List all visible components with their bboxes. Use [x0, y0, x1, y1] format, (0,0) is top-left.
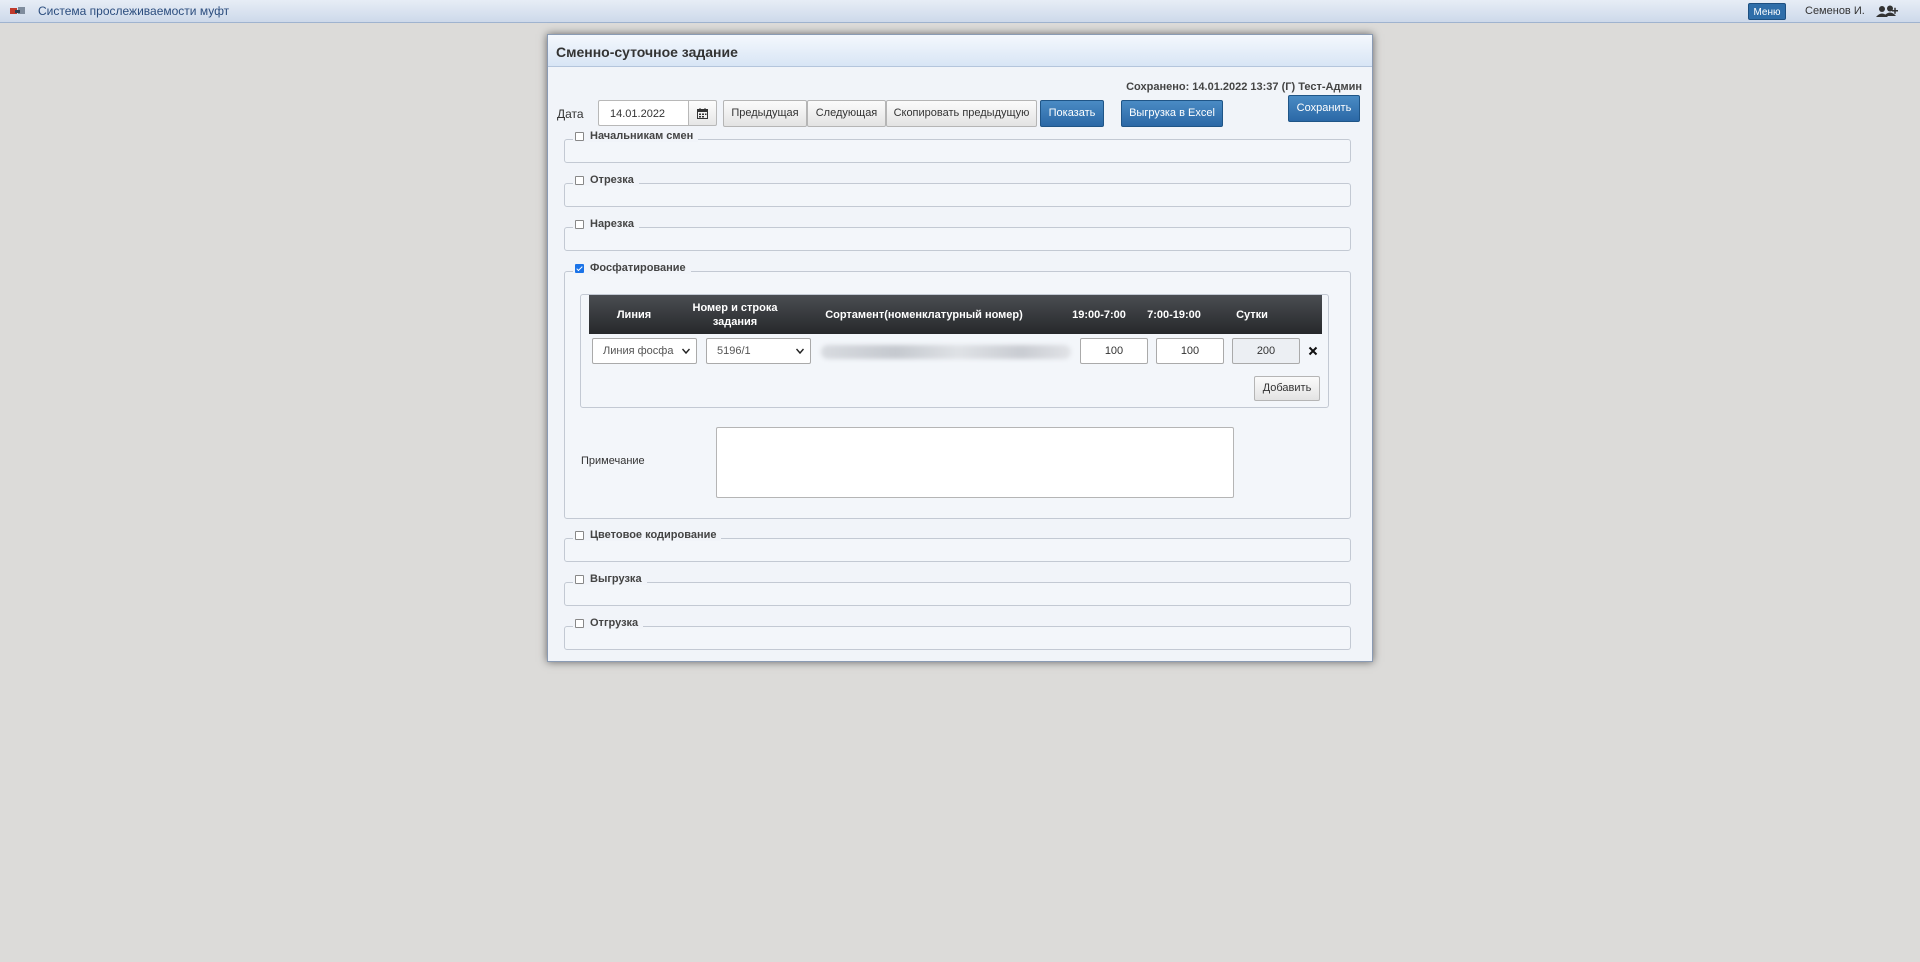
section-phosphating: Фосфатирование Линия Номер и строка зада… — [564, 262, 1351, 519]
section-checkbox[interactable] — [575, 219, 584, 229]
task-select-value: 5196/1 — [717, 345, 751, 357]
section-label: Выгрузка — [590, 573, 642, 585]
total-value: 200 — [1232, 338, 1300, 364]
user-name[interactable]: Семенов И. — [1805, 5, 1865, 17]
section-checkbox-checked[interactable] — [575, 263, 584, 273]
section-checkbox[interactable] — [575, 618, 584, 628]
show-button[interactable]: Показать — [1040, 100, 1104, 127]
line-select-value: Линия фосфа — [603, 345, 674, 357]
copy-previous-button[interactable]: Скопировать предыдущую — [886, 100, 1037, 127]
section-threading: Нарезка — [564, 218, 1351, 251]
column-header-total: Сутки — [1236, 308, 1268, 321]
previous-button[interactable]: Предыдущая — [723, 100, 807, 127]
section-legend[interactable]: Выгрузка — [573, 573, 647, 585]
next-button[interactable]: Следующая — [807, 100, 886, 127]
section-checkbox[interactable] — [575, 175, 584, 185]
task-select[interactable]: 5196/1 — [706, 338, 811, 364]
section-unloading: Выгрузка — [564, 573, 1351, 606]
assortment-value-redacted — [821, 345, 1071, 359]
section-legend[interactable]: Начальникам смен — [573, 130, 699, 142]
daily-task-dialog: Сменно-суточное задание Сохранено: 14.01… — [547, 34, 1373, 662]
section-checkbox[interactable] — [575, 131, 584, 141]
section-legend[interactable]: Отрезка — [573, 174, 639, 186]
add-row-button[interactable]: Добавить — [1254, 376, 1320, 401]
section-label: Начальникам смен — [590, 130, 694, 142]
column-header-night-shift: 19:00-7:00 — [1072, 308, 1126, 321]
close-icon[interactable] — [1308, 346, 1318, 356]
night-shift-input[interactable]: 100 — [1080, 338, 1148, 364]
section-label: Отрезка — [590, 174, 634, 186]
saved-info: Сохранено: 14.01.2022 13:37 (Г) Тест-Адм… — [1126, 81, 1362, 93]
date-input[interactable] — [608, 102, 692, 126]
section-checkbox[interactable] — [575, 574, 584, 584]
menu-button[interactable]: Меню — [1748, 3, 1786, 20]
section-shift-leaders: Начальникам смен — [564, 130, 1351, 163]
section-color-coding: Цветовое кодирование — [564, 529, 1351, 562]
section-cutting: Отрезка — [564, 174, 1351, 207]
column-header-day-shift: 7:00-19:00 — [1147, 308, 1201, 321]
section-legend[interactable]: Отгрузка — [573, 617, 644, 629]
phosphating-table-box: Линия Номер и строка задания Сортамент(н… — [580, 294, 1329, 408]
day-shift-input[interactable]: 100 — [1156, 338, 1224, 364]
section-label: Цветовое кодирование — [590, 529, 717, 541]
section-label: Нарезка — [590, 218, 634, 230]
excel-export-button[interactable]: Выгрузка в Excel — [1121, 100, 1223, 127]
chevron-down-icon — [796, 348, 804, 355]
section-legend[interactable]: Цветовое кодирование — [573, 529, 722, 541]
section-label: Фосфатирование — [590, 262, 686, 274]
section-checkbox[interactable] — [575, 530, 584, 540]
section-shipment: Отгрузка — [564, 617, 1351, 650]
app-logo-icon — [10, 7, 25, 14]
dialog-title: Сменно-суточное задание — [556, 44, 738, 60]
save-button[interactable]: Сохранить — [1288, 95, 1360, 122]
section-legend[interactable]: Фосфатирование — [573, 262, 691, 274]
date-field[interactable] — [598, 100, 692, 126]
app-title: Система прослеживаемости муфт — [38, 4, 230, 18]
table-header: Линия Номер и строка задания Сортамент(н… — [589, 295, 1322, 334]
calendar-icon — [697, 108, 708, 119]
calendar-button[interactable] — [688, 100, 717, 126]
top-bar: Система прослеживаемости муфт Меню Семен… — [0, 0, 1920, 23]
dialog-header: Сменно-суточное задание — [548, 35, 1372, 67]
column-header-line: Линия — [616, 308, 652, 321]
users-icon[interactable] — [1876, 5, 1898, 17]
column-header-assortment: Сортамент(номенклатурный номер) — [825, 308, 1023, 321]
note-textarea[interactable] — [716, 427, 1234, 498]
chevron-down-icon — [682, 348, 690, 355]
line-select[interactable]: Линия фосфа — [592, 338, 697, 364]
date-label: Дата — [557, 107, 584, 121]
section-label: Отгрузка — [590, 617, 639, 629]
note-label: Примечание — [581, 455, 645, 467]
section-legend[interactable]: Нарезка — [573, 218, 639, 230]
column-header-task: Номер и строка задания — [692, 301, 778, 328]
